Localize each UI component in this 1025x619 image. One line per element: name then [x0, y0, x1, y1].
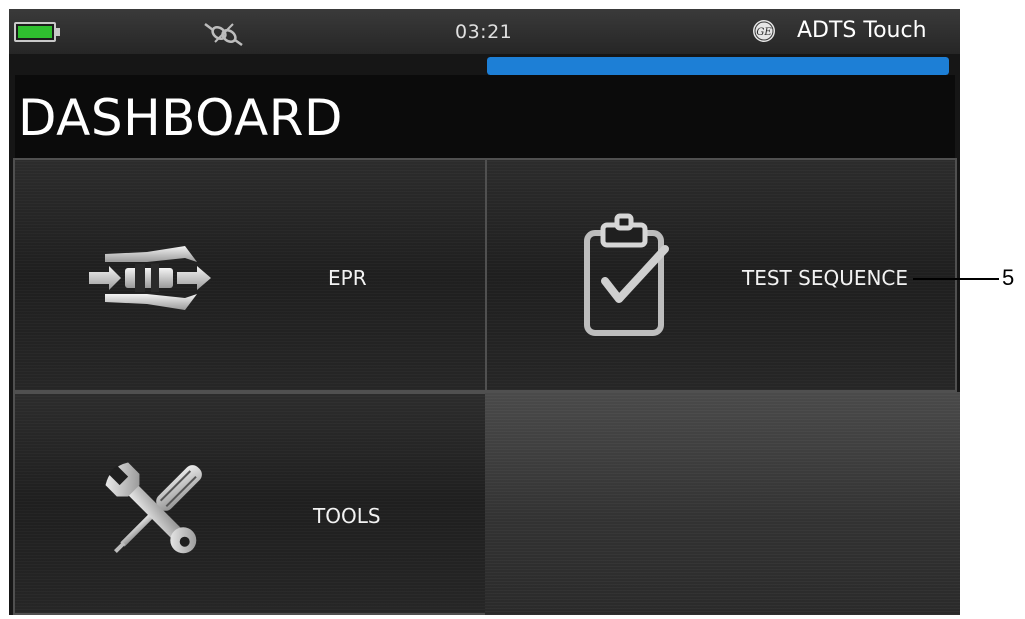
clipboard-check-icon — [584, 213, 669, 336]
status-bar: 03:21 GE ADTS Touch — [9, 9, 960, 54]
page-title: DASHBOARD — [18, 89, 344, 147]
epr-icon — [89, 246, 211, 310]
callout-number: 5 — [1002, 265, 1015, 290]
callout-leader-line — [913, 278, 999, 280]
battery-tip — [56, 28, 60, 36]
tools-label: TOOLS — [313, 504, 381, 528]
empty-tile-area — [485, 392, 960, 615]
device-name: ADTS Touch — [797, 18, 927, 43]
progress-fill — [487, 57, 949, 75]
ge-logo-icon: GE — [753, 20, 775, 42]
test-sequence-label: TEST SEQUENCE — [742, 266, 909, 290]
unplugged-connector-icon — [204, 23, 243, 46]
clock: 03:21 — [455, 21, 513, 43]
title-panel: DASHBOARD — [15, 75, 955, 158]
wrench-screwdriver-icon — [105, 462, 202, 554]
epr-tile[interactable]: EPR — [13, 158, 487, 392]
device-screen: 03:21 GE ADTS Touch DASHBOARD EPR TEST S… — [9, 9, 960, 615]
epr-label: EPR — [328, 266, 367, 290]
battery-full-icon — [14, 22, 56, 42]
progress-bar — [487, 57, 949, 75]
svg-text:GE: GE — [756, 27, 772, 38]
battery-level-fill — [18, 26, 52, 38]
tools-tile[interactable]: TOOLS — [13, 392, 487, 615]
test-sequence-tile[interactable]: TEST SEQUENCE — [485, 158, 957, 392]
